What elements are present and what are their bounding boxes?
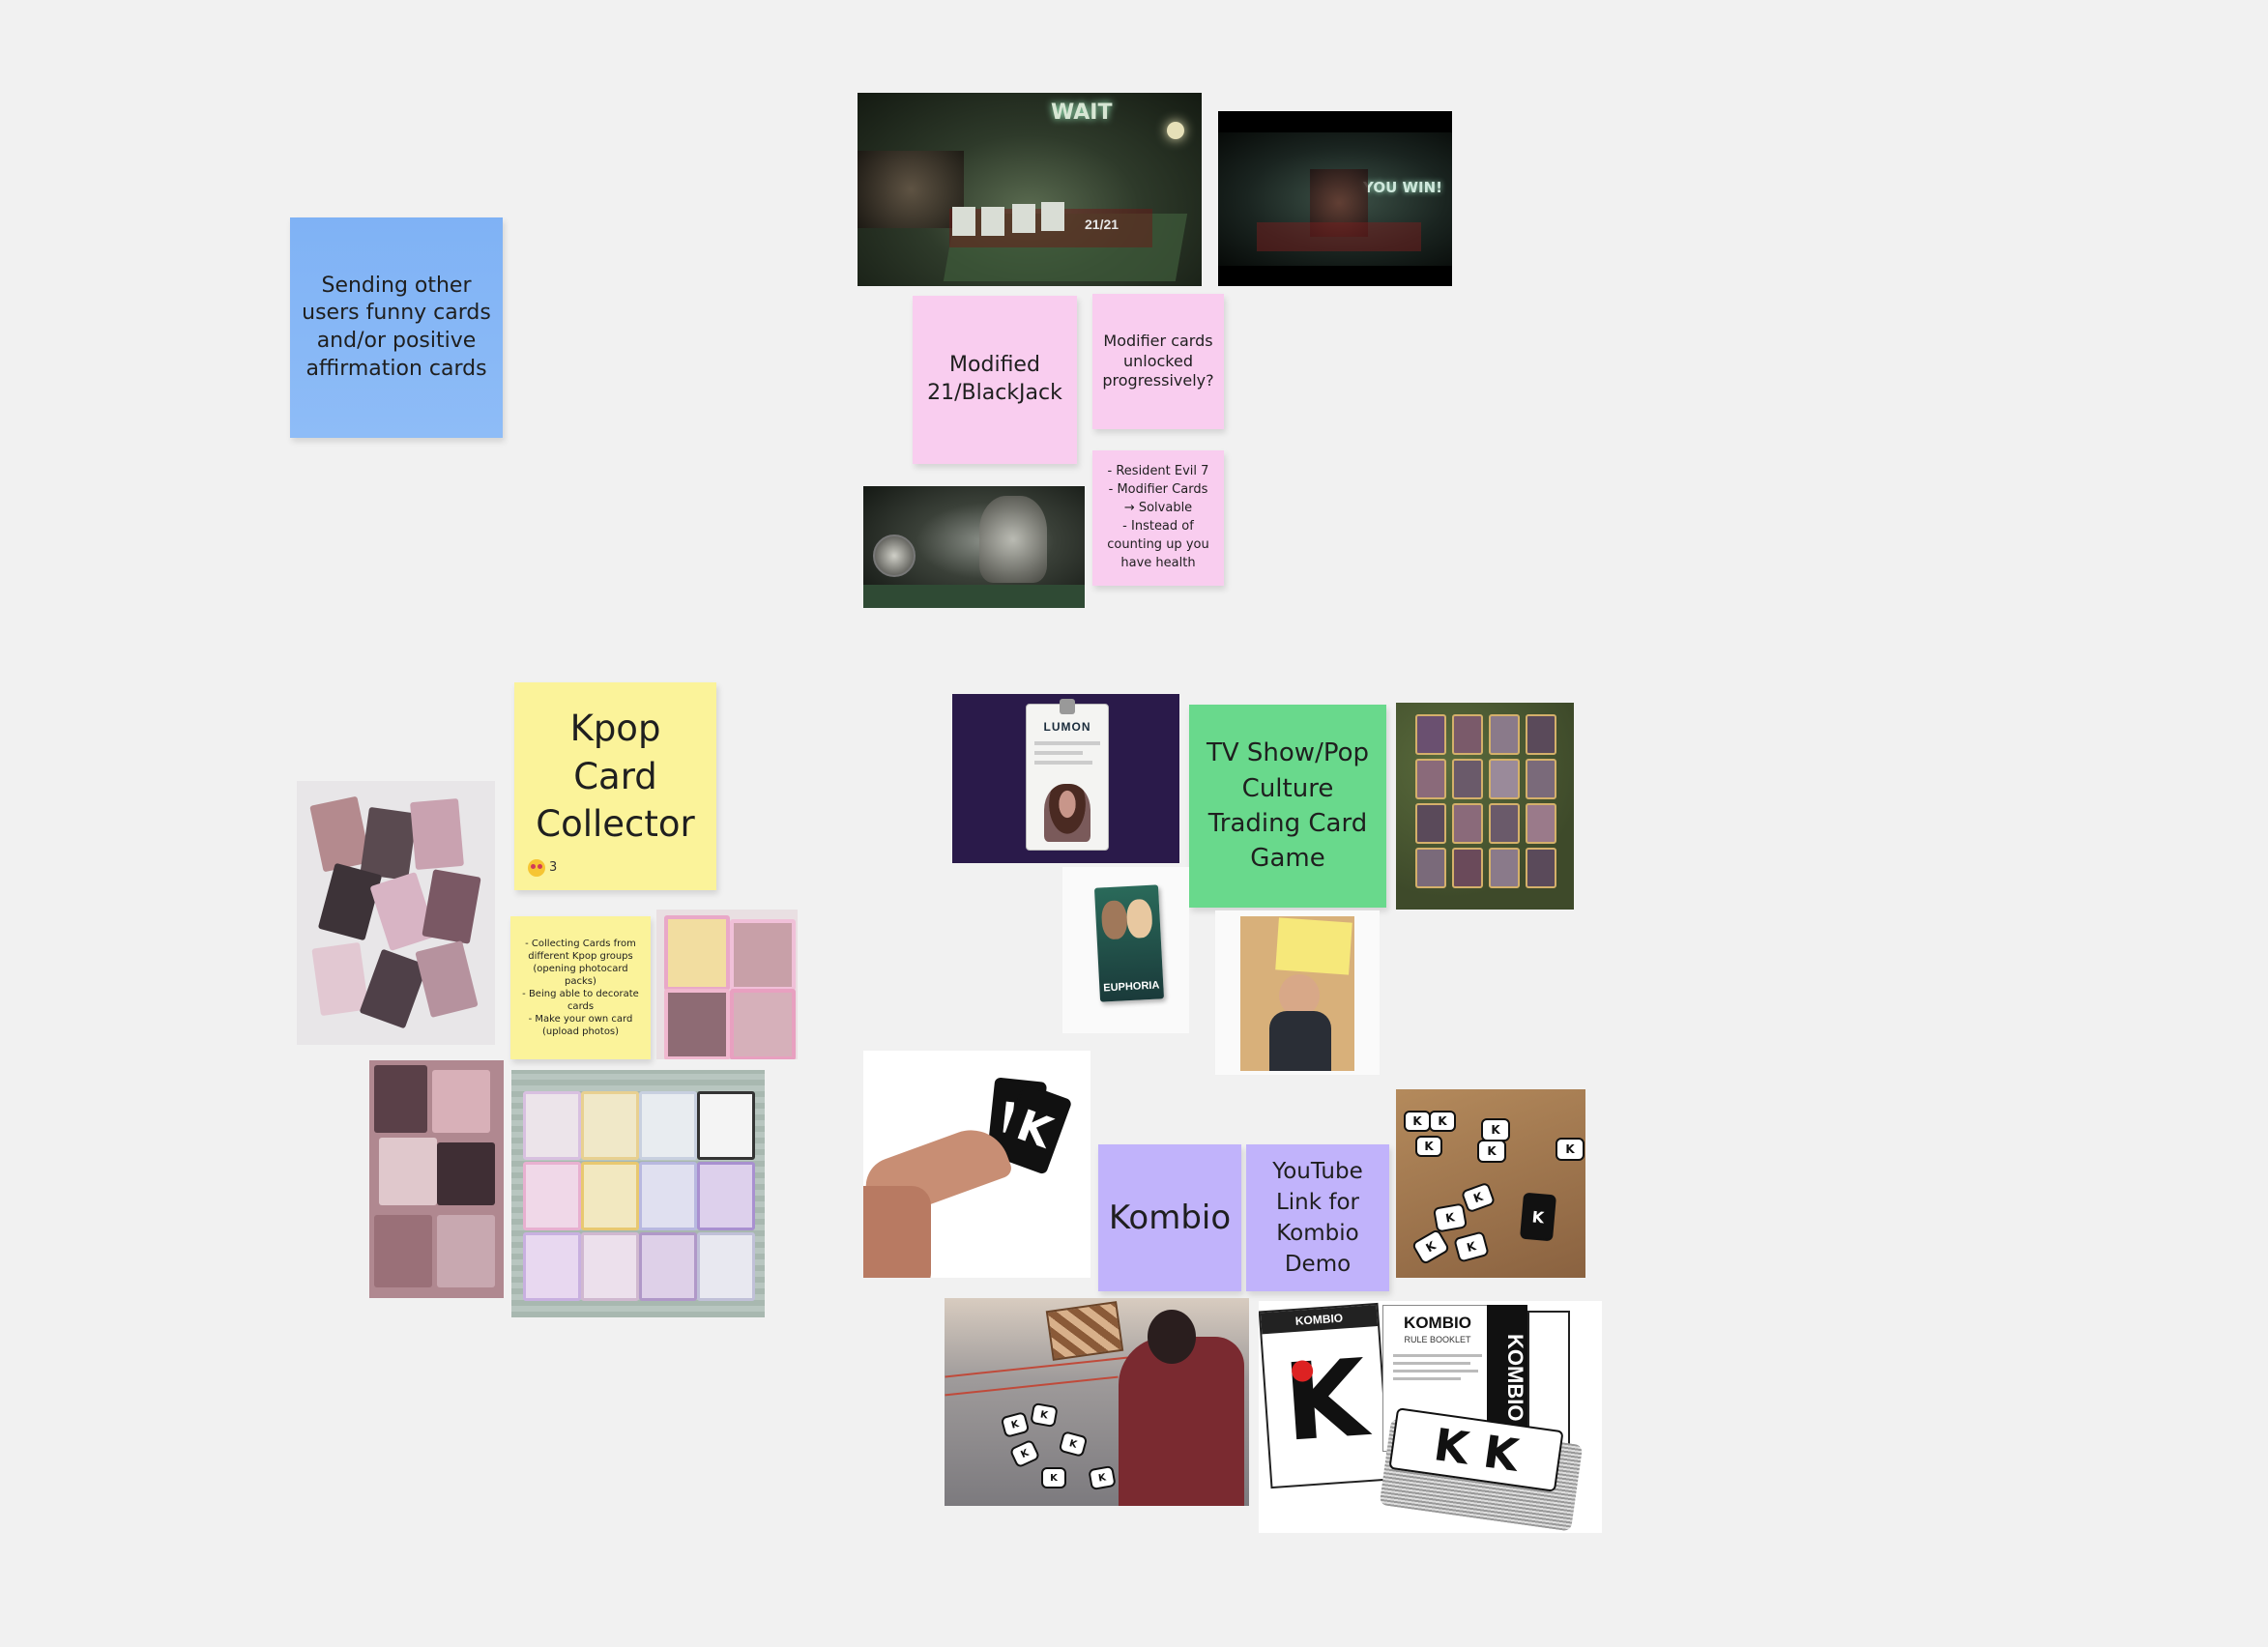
sticky-note-text: Sending other users funny cards and/or p… bbox=[302, 273, 491, 381]
re7-score-text: 21/21 bbox=[1085, 217, 1119, 232]
sticky-note-text: Modifier cards unlocked progressively? bbox=[1102, 331, 1214, 390]
sticky-note-re7-notes[interactable]: - Resident Evil 7 - Modifier Cards → Sol… bbox=[1092, 450, 1224, 586]
sticky-note-modified-blackjack[interactable]: Modified 21/BlackJack bbox=[913, 296, 1077, 464]
kombio-box-title: KOMBIO bbox=[1260, 1305, 1379, 1335]
re7-you-win-text: YOU WIN! bbox=[1363, 179, 1443, 196]
sticky-note-kpop-details[interactable]: - Collecting Cards from different Kpop g… bbox=[510, 916, 651, 1059]
re7-dealer-image[interactable] bbox=[863, 486, 1085, 608]
kombio-booklet-title: KOMBIO bbox=[1404, 1314, 1471, 1332]
sticky-note-kpop-title[interactable]: Kpop Card Collector 3 bbox=[514, 682, 716, 890]
euphoria-title: EUPHORIA bbox=[1103, 979, 1160, 995]
sticky-note-text: Modified 21/BlackJack bbox=[927, 353, 1062, 405]
sticky-note-text: YouTube Link for Kombio Demo bbox=[1272, 1158, 1363, 1278]
kombio-table-cards-image[interactable]: K K K K K K K K K K K bbox=[1396, 1089, 1585, 1278]
kombio-booklet-subtitle: RULE BOOKLET bbox=[1404, 1335, 1471, 1344]
person-playing-kombio-image[interactable]: K K K K K K bbox=[945, 1298, 1249, 1506]
kombio-box-product-image[interactable]: KOMBIO K KOMBIO RULE BOOKLET KOMBIO K K bbox=[1259, 1301, 1602, 1533]
sticky-note-text: - Collecting Cards from different Kpop g… bbox=[522, 939, 639, 1037]
sticky-note-text: - Resident Evil 7 - Modifier Cards → Sol… bbox=[1107, 464, 1209, 570]
sticky-note-kombio[interactable]: Kombio bbox=[1098, 1144, 1241, 1291]
sticky-note-youtube-link[interactable]: YouTube Link for Kombio Demo bbox=[1246, 1144, 1389, 1291]
kpop-photo-collage-image[interactable] bbox=[369, 1060, 504, 1298]
reaction-badge[interactable]: 3 bbox=[528, 859, 557, 877]
trading-cards-grass-image[interactable] bbox=[1396, 703, 1574, 910]
kpop-photocards-pile-image[interactable] bbox=[297, 781, 495, 1045]
kombio-hand-cards-image[interactable]: K K bbox=[863, 1051, 1090, 1278]
sticky-note-modifier-unlocked[interactable]: Modifier cards unlocked progressively? bbox=[1092, 294, 1224, 429]
michael-scott-card-image[interactable] bbox=[1215, 910, 1380, 1075]
sticky-note-text: Kombio bbox=[1108, 1198, 1232, 1237]
heart-eyes-emoji-icon bbox=[528, 859, 545, 877]
re7-you-win-image[interactable]: YOU WIN! bbox=[1218, 111, 1452, 286]
lumon-badge-image[interactable]: LUMON bbox=[952, 694, 1179, 863]
re7-blackjack-table-image[interactable]: WAIT 21/21 bbox=[858, 93, 1202, 286]
sticky-note-sending-cards[interactable]: Sending other users funny cards and/or p… bbox=[290, 217, 503, 438]
euphoria-card-image[interactable]: EUPHORIA bbox=[1062, 867, 1189, 1033]
sticky-note-text: TV Show/Pop Culture Trading Card Game bbox=[1206, 738, 1369, 874]
lumon-logo: LUMON bbox=[1043, 720, 1091, 734]
sticky-note-text: Kpop Card Collector bbox=[536, 707, 695, 846]
kpop-binder-grid-image[interactable] bbox=[511, 1070, 765, 1317]
reaction-count: 3 bbox=[549, 860, 558, 876]
re7-wait-text: WAIT bbox=[1051, 101, 1113, 125]
kpop-decorated-cards-image[interactable] bbox=[656, 910, 798, 1059]
sticky-note-tv-show[interactable]: TV Show/Pop Culture Trading Card Game bbox=[1189, 705, 1386, 908]
